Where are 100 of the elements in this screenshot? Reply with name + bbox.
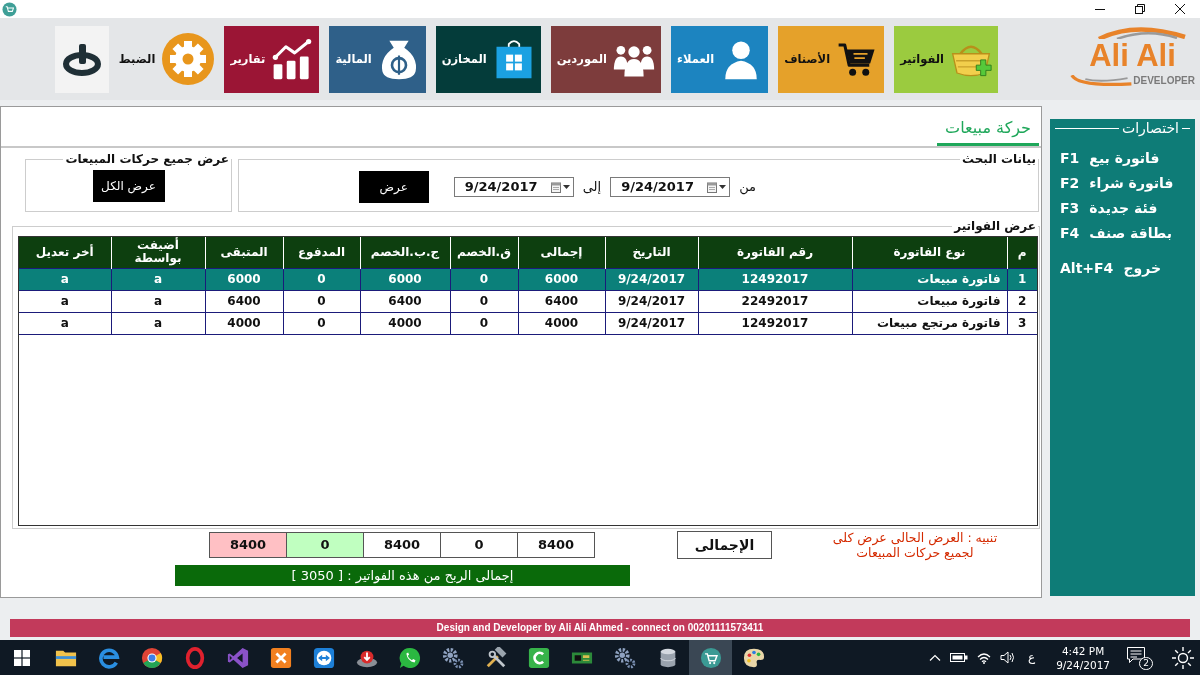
field-label: من	[739, 179, 756, 195]
table-cell: a	[19, 268, 111, 290]
profit-summary-bar: إجمالى الربح من هذه الفواتير : [ 3050 ]	[175, 565, 630, 586]
table-cell: 0	[283, 290, 360, 312]
column-header[interactable]: م	[1007, 237, 1037, 268]
gears-icon	[441, 646, 464, 669]
ribbon-logo-icon	[226, 646, 249, 669]
settings-button[interactable]: الضبط	[118, 33, 215, 85]
notification-icon[interactable]	[1127, 646, 1145, 663]
table-cell: 6000	[205, 268, 283, 290]
logo-swoosh-icon	[1070, 74, 1134, 87]
group-title: بيانات البحث	[960, 152, 1037, 166]
shortcut-key: F1	[1060, 150, 1080, 167]
table-cell: 6400	[360, 290, 450, 312]
total-field: 0	[440, 532, 518, 558]
table-cell: 1	[1007, 268, 1037, 290]
column-header[interactable]: إجمالى	[518, 237, 605, 268]
ring-icon	[183, 646, 206, 669]
table-cell: 3	[1007, 312, 1037, 334]
toolbar-tile[interactable]: الفواتير	[894, 25, 998, 93]
shortcut-label: فاتورة بيع	[1089, 150, 1160, 167]
table-cell: 0	[283, 268, 360, 290]
tools-icon	[484, 646, 507, 669]
table-cell: 9/24/2017	[605, 312, 698, 334]
table-cell: 6000	[518, 268, 605, 290]
column-header[interactable]: ج.ب.الخصم	[360, 237, 450, 268]
power-icon	[61, 42, 102, 76]
table-cell: فاتورة مبيعات	[852, 290, 1007, 312]
shortcut-key: F2	[1060, 175, 1080, 192]
table-cell: 0	[450, 290, 518, 312]
total-field: 8400	[363, 532, 441, 558]
show-button[interactable]: عرض	[358, 171, 429, 203]
input-language[interactable]: ع	[1028, 650, 1036, 665]
table-cell: 6400	[205, 290, 283, 312]
arrows-tile-icon	[312, 646, 335, 669]
clock-time[interactable]: 4:42 PM	[1061, 643, 1105, 658]
wifi-icon[interactable]	[977, 651, 991, 664]
date-field[interactable]: 9/24/2017	[610, 177, 731, 197]
show-all-button[interactable]: عرض الكل	[92, 170, 165, 202]
total-field: 8400	[209, 532, 287, 558]
total-field: 8400	[517, 532, 595, 558]
shortcut-key: F4	[1060, 225, 1080, 242]
dropdown-caret-icon[interactable]	[562, 185, 570, 189]
shortcut-label: فئة جديدة	[1089, 200, 1158, 217]
volume-icon[interactable]	[1000, 651, 1015, 664]
column-header[interactable]: أضيفت بواسطة	[111, 237, 205, 268]
logo-name: Ali Ali	[1088, 38, 1177, 73]
table-cell: a	[111, 312, 205, 334]
square-logo-icon	[269, 646, 292, 669]
table-cell: 12492017	[698, 268, 852, 290]
date-field[interactable]: 9/24/2017	[453, 177, 574, 197]
dropdown-caret-icon[interactable]	[719, 185, 727, 189]
logo-subtitle: DEVELOPER	[1133, 74, 1195, 87]
sun-icon[interactable]	[1172, 646, 1194, 669]
palette-icon	[742, 646, 765, 669]
total-field: 0	[286, 532, 364, 558]
shortcut-label: بطاقة صنف	[1089, 225, 1172, 242]
clock-date[interactable]: 9/24/2017	[1056, 657, 1110, 672]
table-cell: 6400	[518, 290, 605, 312]
footer-bar: Design and Developer by Ali Ali Ahmed - connect on 00201111573411	[10, 619, 1190, 637]
shortcut-key: Alt+F4	[1060, 260, 1114, 277]
close-icon[interactable]	[1175, 4, 1185, 14]
chat-bubble-icon	[398, 646, 421, 669]
column-header[interactable]: رقم الفاتورة	[698, 237, 852, 268]
table-cell: a	[111, 268, 205, 290]
table-cell: 0	[450, 312, 518, 334]
rising-chart-icon	[271, 38, 314, 80]
start-icon[interactable]	[14, 649, 30, 666]
table-cell: 6000	[360, 268, 450, 290]
arc-tile-icon	[527, 646, 550, 669]
column-header[interactable]: نوع الفاتورة	[852, 237, 1007, 268]
table-cell: 9/24/2017	[605, 290, 698, 312]
toolbar-tile[interactable]: الموردين	[550, 25, 662, 93]
toolbar-tile[interactable]: المالية	[329, 25, 426, 93]
cart-app-icon	[699, 646, 722, 669]
toolbar-tile[interactable]: تقارير	[224, 25, 320, 93]
total-button[interactable]: الإجمالى	[677, 531, 772, 559]
toolbar-tile[interactable]: العملاء	[671, 25, 769, 93]
calendar-icon	[707, 181, 718, 193]
taskbar-button[interactable]	[689, 640, 732, 675]
table-cell: فاتورة مرتجع مبيعات	[852, 312, 1007, 334]
toolbar-tile[interactable]: الأصناف	[778, 25, 885, 93]
logo-swoosh-icon	[1095, 25, 1187, 39]
column-header[interactable]: أخر تعديل	[19, 237, 111, 268]
restore-icon[interactable]	[1135, 4, 1145, 14]
panel-title: اختصارات	[1121, 119, 1180, 137]
notice-text: تنبيه : العرض الحالى عرض كلى لجميع حركات المبيعات	[831, 530, 999, 560]
notification-count: 2	[1139, 656, 1153, 670]
table-cell: 0	[450, 268, 518, 290]
column-header[interactable]: التاريخ	[605, 237, 698, 268]
table-cell: 22492017	[698, 290, 852, 312]
group-title: عرض الفواتير	[952, 219, 1037, 233]
battery-icon[interactable]	[950, 652, 968, 663]
column-header[interactable]: ق.الخصم	[450, 237, 518, 268]
column-header[interactable]: المتبقى	[205, 237, 283, 268]
toolbar-tile[interactable]: المخازن	[435, 25, 541, 93]
power-button[interactable]	[54, 25, 109, 93]
column-header[interactable]: المدفوع	[283, 237, 360, 268]
shortcut-label: فاتورة شراء	[1089, 175, 1174, 192]
shortcut-key: F3	[1060, 200, 1080, 217]
